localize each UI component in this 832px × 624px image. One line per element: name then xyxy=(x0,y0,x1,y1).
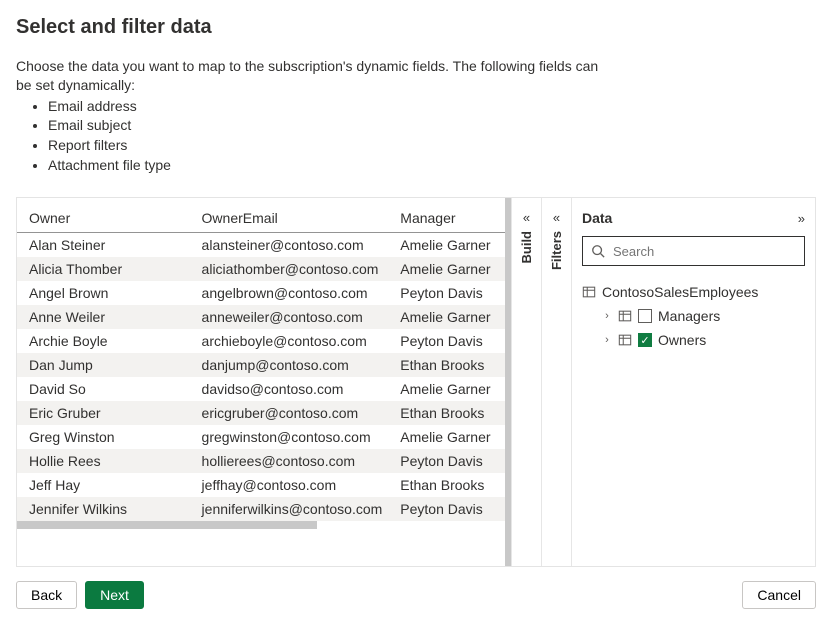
next-button[interactable]: Next xyxy=(85,581,144,609)
page-title: Select and filter data xyxy=(16,16,816,39)
build-rail-label: Build xyxy=(519,231,534,266)
table-row[interactable]: Hollie Reeshollierees@contoso.comPeyton … xyxy=(17,449,505,473)
chevron-right-icon: › xyxy=(602,310,612,322)
cell-manager: Ethan Brooks xyxy=(388,473,505,497)
cell-owner: Alan Steiner xyxy=(17,233,190,258)
filters-rail-label: Filters xyxy=(549,231,564,272)
cell-manager: Peyton Davis xyxy=(388,497,505,521)
cell-email: archieboyle@contoso.com xyxy=(190,329,389,353)
field-label: Owners xyxy=(658,332,706,348)
cell-email: alansteiner@contoso.com xyxy=(190,233,389,258)
cell-manager: Peyton Davis xyxy=(388,329,505,353)
data-table: Owner OwnerEmail Manager Alan Steinerala… xyxy=(17,204,505,521)
cancel-button[interactable]: Cancel xyxy=(742,581,816,609)
table-row[interactable]: Angel Brownangelbrown@contoso.comPeyton … xyxy=(17,281,505,305)
column-header-email[interactable]: OwnerEmail xyxy=(190,204,389,233)
table-row[interactable]: Alicia Thomberaliciathomber@contoso.comA… xyxy=(17,257,505,281)
column-header-owner[interactable]: Owner xyxy=(17,204,190,233)
cell-manager: Amelie Garner xyxy=(388,425,505,449)
table-row[interactable]: Dan Jumpdanjump@contoso.comEthan Brooks xyxy=(17,353,505,377)
search-icon xyxy=(591,244,605,258)
intro-bullet: Report filters xyxy=(48,136,816,156)
workspace: Owner OwnerEmail Manager Alan Steinerala… xyxy=(16,197,816,567)
cell-manager: Amelie Garner xyxy=(388,305,505,329)
build-rail[interactable]: « Build xyxy=(511,198,541,566)
table-row[interactable]: Jeff Hayjeffhay@contoso.comEthan Brooks xyxy=(17,473,505,497)
cell-email: aliciathomber@contoso.com xyxy=(190,257,389,281)
cell-manager: Amelie Garner xyxy=(388,377,505,401)
data-panel-title: Data xyxy=(582,210,612,226)
intro-text: Choose the data you want to map to the s… xyxy=(16,57,616,95)
data-table-wrapper[interactable]: Owner OwnerEmail Manager Alan Steinerala… xyxy=(17,198,505,566)
cell-owner: Angel Brown xyxy=(17,281,190,305)
intro-bullet: Email address xyxy=(48,97,816,117)
intro-bullet: Attachment file type xyxy=(48,156,816,176)
table-icon xyxy=(618,309,632,323)
search-input[interactable] xyxy=(611,243,796,260)
chevron-right-icon: › xyxy=(602,334,612,346)
table-row[interactable]: Greg Winstongregwinston@contoso.comAmeli… xyxy=(17,425,505,449)
cell-email: davidso@contoso.com xyxy=(190,377,389,401)
datasource-node[interactable]: ContosoSalesEmployees xyxy=(582,280,805,304)
data-tree: ContosoSalesEmployees › Managers › ✓ Owners xyxy=(582,280,805,352)
back-button[interactable]: Back xyxy=(16,581,77,609)
chevron-left-double-icon: « xyxy=(553,210,560,225)
table-row[interactable]: Anne Weileranneweiler@contoso.comAmelie … xyxy=(17,305,505,329)
cell-email: jeffhay@contoso.com xyxy=(190,473,389,497)
intro-bullet-list: Email address Email subject Report filte… xyxy=(16,97,816,175)
cell-manager: Peyton Davis xyxy=(388,281,505,305)
cell-manager: Peyton Davis xyxy=(388,449,505,473)
search-box[interactable] xyxy=(582,236,805,266)
table-row[interactable]: Archie Boylearchieboyle@contoso.comPeyto… xyxy=(17,329,505,353)
table-icon xyxy=(582,285,596,299)
cell-manager: Amelie Garner xyxy=(388,233,505,258)
datasource-label: ContosoSalesEmployees xyxy=(602,284,758,300)
cell-owner: David So xyxy=(17,377,190,401)
cell-email: angelbrown@contoso.com xyxy=(190,281,389,305)
table-row[interactable]: David Sodavidso@contoso.comAmelie Garner xyxy=(17,377,505,401)
chevron-left-double-icon: « xyxy=(523,210,530,225)
cell-email: anneweiler@contoso.com xyxy=(190,305,389,329)
cell-owner: Alicia Thomber xyxy=(17,257,190,281)
horizontal-scrollbar[interactable] xyxy=(17,521,317,529)
intro-bullet: Email subject xyxy=(48,116,816,136)
cell-email: gregwinston@contoso.com xyxy=(190,425,389,449)
cell-manager: Amelie Garner xyxy=(388,257,505,281)
cell-owner: Hollie Rees xyxy=(17,449,190,473)
cell-owner: Anne Weiler xyxy=(17,305,190,329)
table-row[interactable]: Alan Steineralansteiner@contoso.comAmeli… xyxy=(17,233,505,258)
cell-email: hollierees@contoso.com xyxy=(190,449,389,473)
cell-email: ericgruber@contoso.com xyxy=(190,401,389,425)
cell-manager: Ethan Brooks xyxy=(388,353,505,377)
filters-rail[interactable]: « Filters xyxy=(541,198,571,566)
checkbox[interactable] xyxy=(638,309,652,323)
table-row[interactable]: Jennifer Wilkinsjenniferwilkins@contoso.… xyxy=(17,497,505,521)
cell-email: danjump@contoso.com xyxy=(190,353,389,377)
cell-owner: Archie Boyle xyxy=(17,329,190,353)
table-icon xyxy=(618,333,632,347)
footer: Back Next Cancel xyxy=(16,581,816,609)
cell-owner: Dan Jump xyxy=(17,353,190,377)
cell-email: jenniferwilkins@contoso.com xyxy=(190,497,389,521)
field-node[interactable]: › ✓ Owners xyxy=(582,328,805,352)
field-label: Managers xyxy=(658,308,720,324)
cell-manager: Ethan Brooks xyxy=(388,401,505,425)
cell-owner: Jeff Hay xyxy=(17,473,190,497)
field-node[interactable]: › Managers xyxy=(582,304,805,328)
column-header-manager[interactable]: Manager xyxy=(388,204,505,233)
data-panel: Data » ContosoSalesEmployees › Managers › ✓… xyxy=(571,198,815,566)
cell-owner: Greg Winston xyxy=(17,425,190,449)
table-row[interactable]: Eric Gruberericgruber@contoso.comEthan B… xyxy=(17,401,505,425)
cell-owner: Eric Gruber xyxy=(17,401,190,425)
chevron-right-double-icon[interactable]: » xyxy=(798,211,805,226)
cell-owner: Jennifer Wilkins xyxy=(17,497,190,521)
checkbox[interactable]: ✓ xyxy=(638,333,652,347)
